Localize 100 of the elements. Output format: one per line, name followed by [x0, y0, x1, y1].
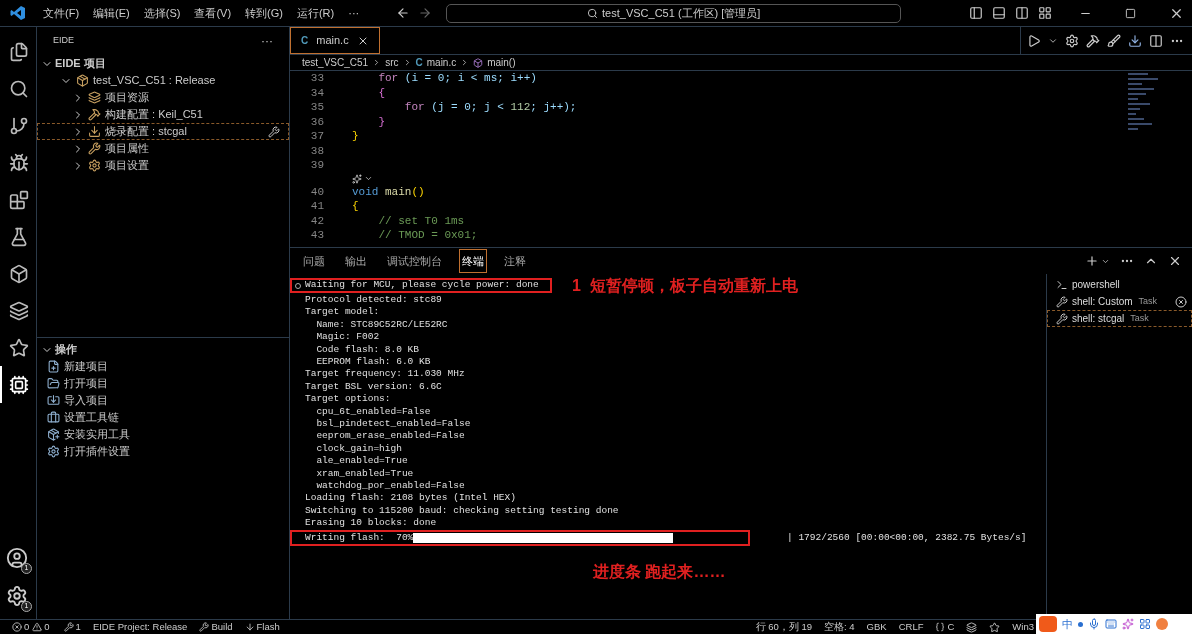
wrench-icon[interactable]: [199, 622, 210, 632]
menu-item[interactable]: 运行(R): [289, 4, 342, 22]
toggle-sidebar-icon[interactable]: [969, 6, 983, 20]
breadcrumb[interactable]: main.c: [426, 55, 457, 70]
task-tag: Task: [1138, 294, 1158, 309]
error-count[interactable]: 0: [24, 619, 30, 634]
menu-item[interactable]: 文件(F): [36, 4, 87, 22]
indentation[interactable]: 空格: 4: [824, 619, 855, 634]
c-file-icon: C: [301, 33, 309, 48]
settings-icon[interactable]: [6, 585, 28, 607]
section-header[interactable]: EIDE 项目: [37, 55, 289, 72]
line-number: 41: [309, 199, 324, 214]
layers-icon[interactable]: [966, 621, 978, 633]
breadcrumb[interactable]: src: [385, 55, 399, 70]
terminal-line: Loading flash: 2108 bytes (Intel HEX): [305, 491, 516, 506]
tree-item[interactable]: 项目属性: [37, 140, 289, 157]
close-icon[interactable]: [1175, 295, 1187, 308]
project-status[interactable]: EIDE Project: Release: [92, 619, 188, 634]
error-icon[interactable]: [12, 622, 22, 632]
menu-item[interactable]: ···: [341, 4, 367, 22]
terminal-line: ale_enabled=True: [315, 454, 408, 469]
panel-tab[interactable]: 输出: [342, 248, 370, 274]
keyboard-icon[interactable]: [1105, 618, 1117, 630]
panel-tab[interactable]: 问题: [300, 248, 328, 274]
editor-tab[interactable]: C main.c: [290, 27, 380, 54]
cube-icon: [473, 57, 484, 68]
menu-item[interactable]: 转到(G): [238, 4, 290, 22]
language-mode[interactable]: C: [947, 619, 955, 634]
microphone-icon[interactable]: [1088, 618, 1100, 630]
panel-tab[interactable]: 终端: [459, 248, 487, 274]
cursor-position[interactable]: 行 60，列 19: [755, 619, 813, 634]
command-center[interactable]: test_VSC_C51 (工作区) [管理员]: [446, 3, 902, 23]
action-item[interactable]: 打开插件设置: [64, 443, 130, 460]
grid-icon[interactable]: [1139, 618, 1151, 630]
split-editor-icon[interactable]: [1149, 33, 1163, 48]
menu-item[interactable]: 编辑(E): [86, 4, 137, 22]
warning-icon[interactable]: [32, 622, 43, 632]
import-icon: [47, 394, 60, 407]
encoding[interactable]: GBK: [866, 619, 887, 634]
build-action[interactable]: Build: [211, 619, 233, 634]
line-number: 33: [309, 71, 324, 86]
tree-item[interactable]: 构建配置 : Keil_C51: [37, 106, 289, 123]
run-icon[interactable]: [1027, 33, 1041, 48]
terminal-line: EEPROM flash: 6.0 KB: [315, 355, 431, 369]
tree-item[interactable]: 烧录配置 : stcgal: [37, 123, 289, 140]
chevron-icon[interactable]: [364, 174, 373, 183]
terminal-session[interactable]: shell: stcgal Task: [1047, 310, 1192, 327]
wrench-icon[interactable]: [63, 622, 74, 632]
action-item[interactable]: 设置工具链: [64, 409, 119, 426]
breadcrumb[interactable]: main(): [487, 55, 516, 70]
close-icon[interactable]: [1168, 254, 1182, 268]
platform[interactable]: Win3: [1012, 619, 1034, 634]
tree-item[interactable]: 项目资源: [37, 89, 289, 106]
section-header[interactable]: 操作: [37, 341, 289, 358]
warning-count[interactable]: 0: [44, 619, 50, 634]
panel-tab[interactable]: 调试控制台: [384, 248, 445, 274]
line-number: 35: [309, 100, 324, 115]
line-ending[interactable]: CRLF: [898, 619, 924, 634]
gear-icon[interactable]: [1065, 33, 1079, 48]
braces-icon[interactable]: [935, 622, 946, 632]
terminal-session[interactable]: shell: Custom Task: [1047, 293, 1192, 310]
action-item[interactable]: 安装实用工具: [64, 426, 130, 443]
tool-count[interactable]: 1: [75, 619, 81, 634]
star-icon[interactable]: [989, 621, 1001, 633]
annotation: 进度条 跑起来……: [593, 562, 726, 582]
layout-icon[interactable]: [1038, 6, 1052, 20]
line-number: 43: [309, 228, 324, 243]
line-number: 40: [309, 184, 324, 200]
restore-icon[interactable]: [1125, 7, 1136, 19]
tree-item[interactable]: 项目设置: [37, 157, 289, 174]
punctuation-icon[interactable]: [1078, 621, 1083, 627]
more-button[interactable]: ···: [261, 32, 273, 50]
tree-item[interactable]: test_VSC_C51 : Release: [37, 72, 289, 89]
wrench-icon: [88, 142, 101, 155]
breadcrumb[interactable]: test_VSC_C51: [302, 55, 369, 70]
line-number: 37: [309, 129, 324, 144]
toggle-secondary-sidebar-icon[interactable]: [1015, 6, 1029, 20]
new-terminal-icon[interactable]: [1085, 254, 1099, 268]
flash-action[interactable]: Flash: [256, 619, 280, 634]
action-item[interactable]: 打开项目: [64, 375, 108, 392]
action-item[interactable]: 导入项目: [64, 392, 108, 409]
code-line: }: [377, 114, 385, 130]
download-icon[interactable]: [1128, 33, 1142, 48]
menu-item[interactable]: 查看(V): [187, 4, 239, 22]
panel-tab[interactable]: 注释: [501, 248, 529, 274]
ime-mode[interactable]: 中: [1062, 615, 1073, 633]
brush-icon[interactable]: [1107, 33, 1121, 48]
terminal-session[interactable]: powershell: [1047, 276, 1192, 293]
action-item[interactable]: 新建项目: [64, 358, 108, 375]
logo-icon: [10, 5, 26, 21]
code-line: {: [377, 85, 385, 101]
terminal-line: Target model:: [305, 305, 380, 320]
hammer-icon[interactable]: [1086, 33, 1100, 48]
menu-item[interactable]: 选择(S): [136, 4, 188, 22]
forward-icon[interactable]: [418, 6, 433, 20]
terminal-line: eeprom_erase_enabled=False: [315, 429, 465, 444]
account-icon[interactable]: [6, 547, 28, 569]
back-icon[interactable]: [396, 6, 411, 20]
toggle-panel-icon[interactable]: [992, 6, 1006, 20]
down-arrow-icon[interactable]: [244, 622, 255, 632]
